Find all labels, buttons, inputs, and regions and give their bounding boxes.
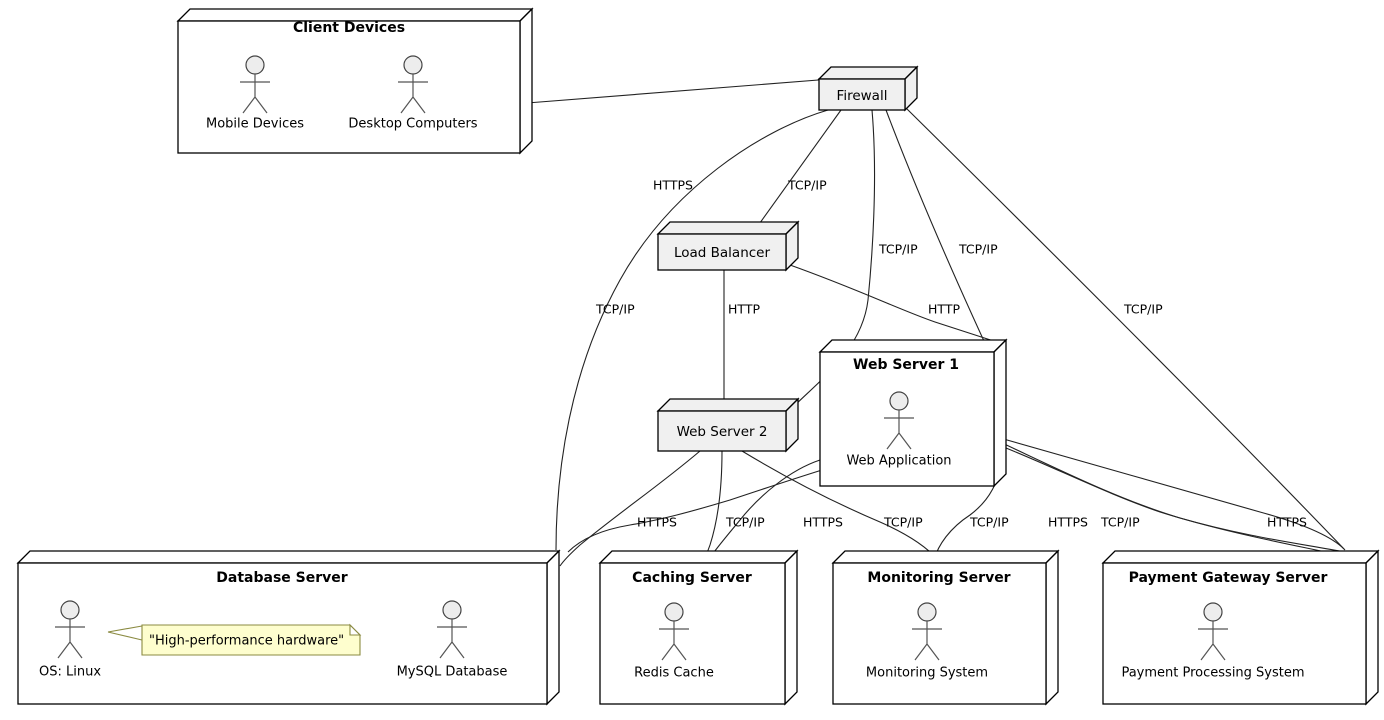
edge-label-https-ws1-payment: HTTPS — [1267, 515, 1307, 530]
edge-label-tcpip-ws2-cache: TCP/IP — [725, 515, 765, 530]
edge-label-tcpip-firewall-lb: TCP/IP — [787, 178, 827, 193]
edge-label-tcpip-ws1-monitor: TCP/IP — [969, 515, 1009, 530]
edge-label-https-clients-firewall: HTTPS — [653, 178, 693, 193]
edge-label-tcpip-ws1-cache: TCP/IP — [883, 515, 923, 530]
edge-label-http-lb-ws1: HTTP — [928, 302, 960, 317]
edge-label-tcpip-firewall-payment: TCP/IP — [1123, 302, 1163, 317]
edge-label-tcpip-firewall-db: TCP/IP — [595, 302, 635, 317]
edge-label-https-ws1-db: HTTPS — [1048, 515, 1088, 530]
edge-label-https-ws2-monitor: HTTPS — [803, 515, 843, 530]
edge-label-https-ws2-db: HTTPS — [637, 515, 677, 530]
uml-deployment-diagram: Client Devices Mobile Devices Desktop Co… — [0, 0, 1384, 720]
edge-label-tcpip-firewall-ws1: TCP/IP — [958, 242, 998, 257]
edge-label-tcpip-firewall-ws2: TCP/IP — [878, 242, 918, 257]
edge-label-layer: HTTPS TCP/IP TCP/IP TCP/IP TCP/IP TCP/IP… — [595, 178, 1307, 530]
edge-label-tcpip-ws1-payment: TCP/IP — [1100, 515, 1140, 530]
edge-label-http-lb-ws2: HTTP — [728, 302, 760, 317]
